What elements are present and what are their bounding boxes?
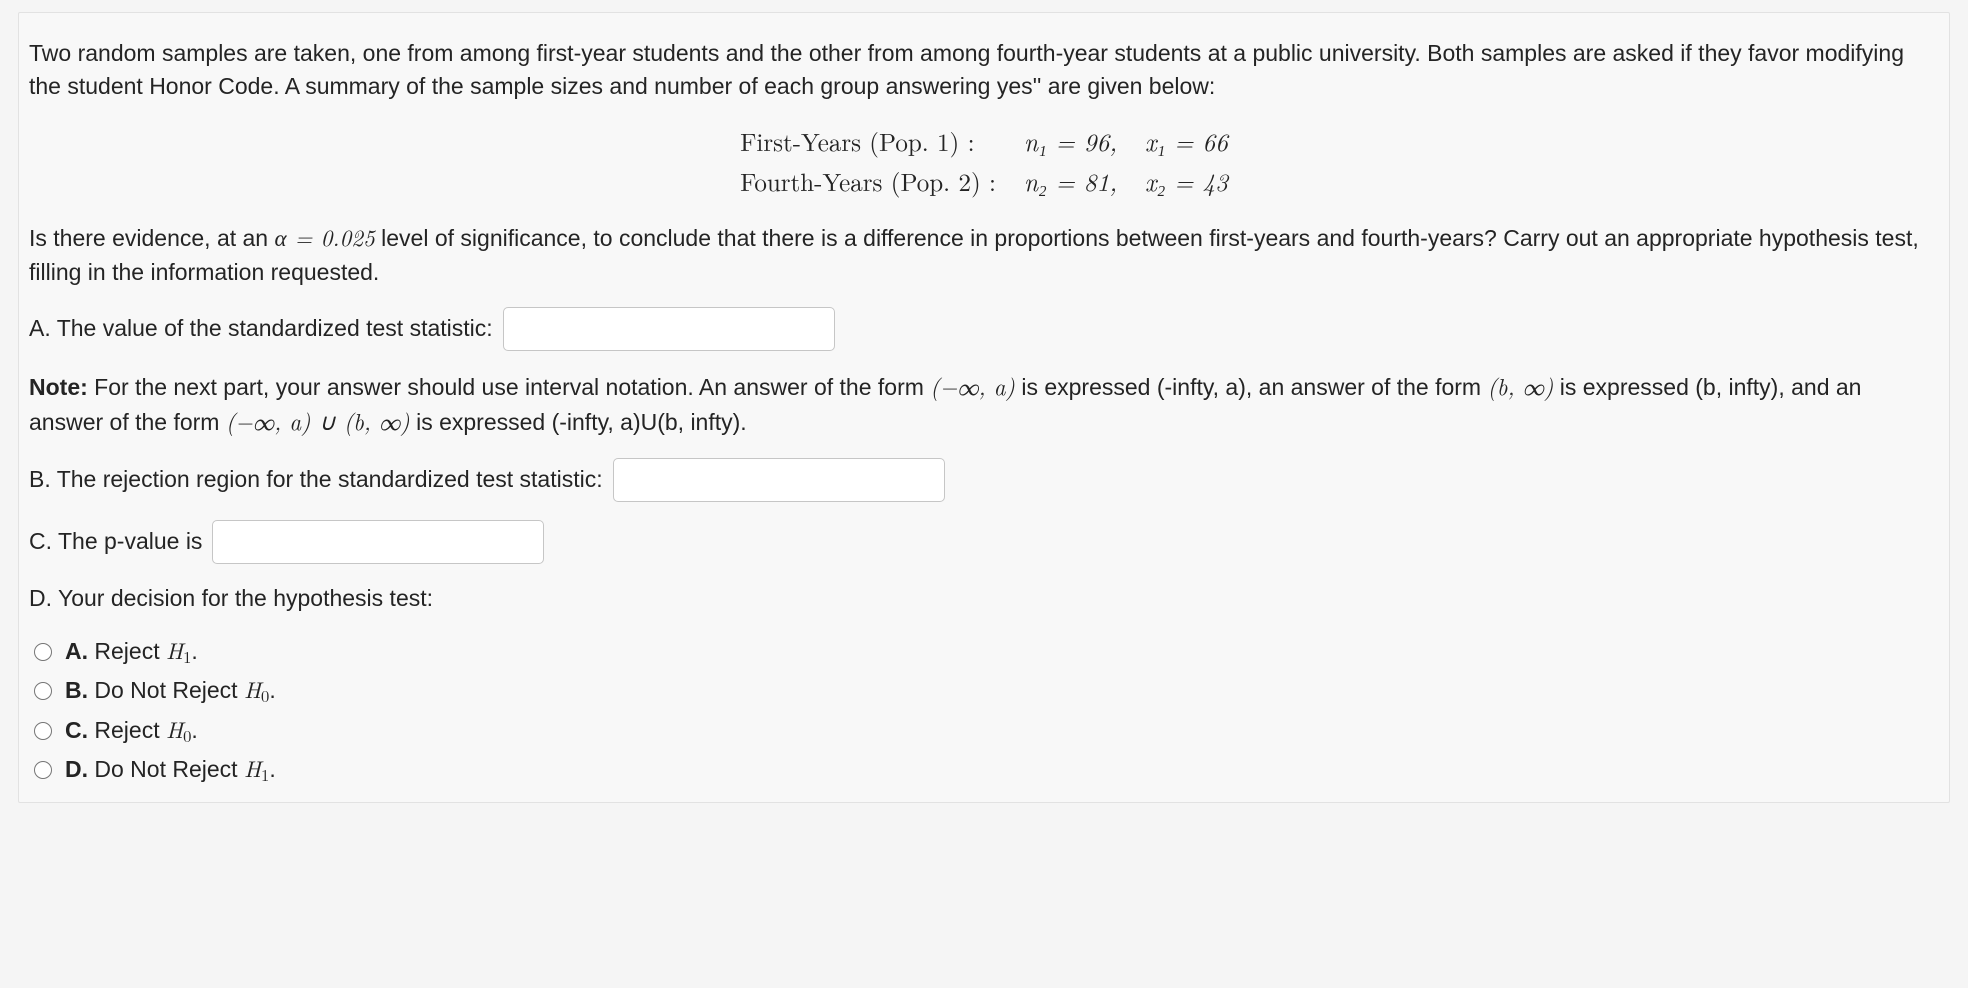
option-c-text: C. Reject H0. <box>65 712 198 747</box>
note-t2: is expressed (-infty, a), an answer of t… <box>1015 374 1488 400</box>
part-b-label: B. The rejection region for the standard… <box>29 463 603 496</box>
option-a-h: H1 <box>166 633 191 666</box>
option-c-radio[interactable] <box>34 722 52 740</box>
pop1-label: First-Years (Pop. 1) : <box>726 122 1010 162</box>
option-b-verb: Do Not Reject <box>88 677 244 703</box>
p-value-input[interactable] <box>212 520 544 564</box>
option-b-radio[interactable] <box>34 682 52 700</box>
decision-options: A. Reject H1. B. Do Not Reject H0. C. Re… <box>29 633 1939 786</box>
option-c-h: H0 <box>166 712 191 745</box>
note-int3: (−∞, a) ∪ (b, ∞) <box>226 404 410 437</box>
option-c-letter: C. <box>65 717 88 743</box>
option-c: C. Reject H0. <box>29 712 1939 747</box>
note-bold: Note: <box>29 374 88 400</box>
option-a-period: . <box>191 638 197 664</box>
note-paragraph: Note: For the next part, your answer sho… <box>29 369 1939 440</box>
option-b: B. Do Not Reject H0. <box>29 672 1939 707</box>
alpha-value: α = 0.025 <box>275 220 375 253</box>
option-d-letter: D. <box>65 756 88 782</box>
note-int2: (b, ∞) <box>1488 369 1554 402</box>
pop2-n: n₂ = 81, <box>1010 162 1131 202</box>
option-a-text: A. Reject H1. <box>65 633 198 668</box>
option-d-h: H1 <box>244 751 269 784</box>
pop1-x: x₁ = 66 <box>1131 122 1242 162</box>
pop1-n: n₁ = 96, <box>1010 122 1131 162</box>
option-b-text: B. Do Not Reject H0. <box>65 672 276 707</box>
part-a-row: A. The value of the standardized test st… <box>29 307 1939 351</box>
part-c-row: C. The p-value is <box>29 520 1939 564</box>
part-d-label: D. Your decision for the hypothesis test… <box>29 582 1939 615</box>
pop2-x: x₂ = 43 <box>1131 162 1242 202</box>
note-int1: (−∞, a) <box>930 369 1015 402</box>
option-b-letter: B. <box>65 677 88 703</box>
option-a-verb: Reject <box>88 638 166 664</box>
note-t4: is expressed (-infty, a)U(b, infty). <box>410 409 747 435</box>
part-a-label: A. The value of the standardized test st… <box>29 312 493 345</box>
given-data-block: First-Years (Pop. 1) : n₁ = 96, x₁ = 66 … <box>29 122 1939 203</box>
pop2-label: Fourth-Years (Pop. 2) : <box>726 162 1010 202</box>
option-d-text: D. Do Not Reject H1. <box>65 751 276 786</box>
option-d-verb: Do Not Reject <box>88 756 244 782</box>
option-b-h: H0 <box>244 672 269 705</box>
note-t1: For the next part, your answer should us… <box>88 374 931 400</box>
option-d-radio[interactable] <box>34 761 52 779</box>
option-d: D. Do Not Reject H1. <box>29 751 1939 786</box>
option-b-period: . <box>269 677 275 703</box>
option-a: A. Reject H1. <box>29 633 1939 668</box>
option-c-period: . <box>191 717 197 743</box>
test-statistic-input[interactable] <box>503 307 835 351</box>
part-c-label: C. The p-value is <box>29 525 202 558</box>
rejection-region-input[interactable] <box>613 458 945 502</box>
option-c-verb: Reject <box>88 717 166 743</box>
question-pre: Is there evidence, at an <box>29 225 275 251</box>
intro-paragraph-1: Two random samples are taken, one from a… <box>29 37 1939 104</box>
question-paragraph: Is there evidence, at an α = 0.025 level… <box>29 220 1939 289</box>
option-d-period: . <box>269 756 275 782</box>
option-a-radio[interactable] <box>34 643 52 661</box>
problem-container: Two random samples are taken, one from a… <box>18 12 1950 803</box>
part-b-row: B. The rejection region for the standard… <box>29 458 1939 502</box>
option-a-letter: A. <box>65 638 88 664</box>
